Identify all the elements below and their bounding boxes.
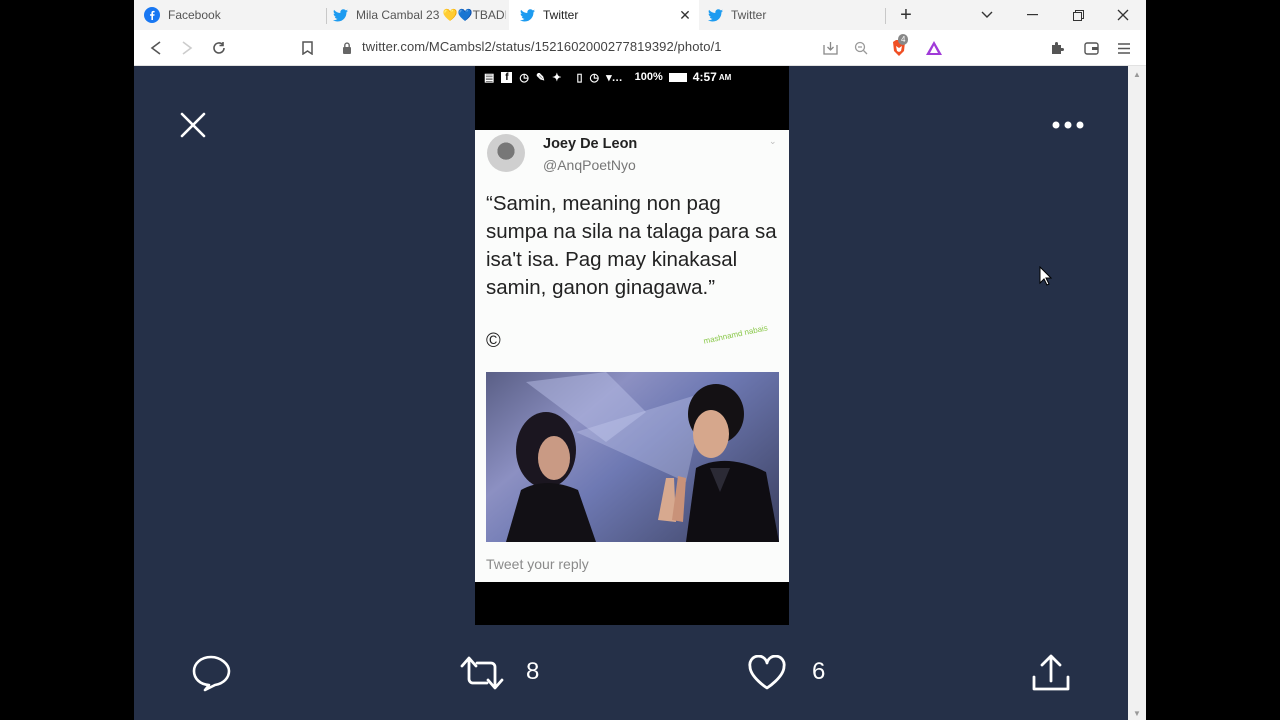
twitter-icon [519,7,535,23]
bookmark-icon [301,41,313,55]
tweet-author-handle: @AnqPoetNyo [543,157,636,173]
signal-icon: ▾… [606,71,623,84]
couple-scene-illustration [506,372,779,542]
reply-bubble-icon [192,655,231,692]
brave-rewards-button[interactable] [922,36,946,60]
rewards-triangle-icon [926,41,942,55]
close-icon [180,112,206,138]
puzzle-icon [1051,41,1064,54]
tweet-card: Joey De Leon @AnqPoetNyo ⌄ “Samin, meani… [475,130,789,582]
tab-strip: Facebook Mila Cambal 23 💛💙TBADI Twitter … [134,0,1146,30]
retweet-icon [460,656,504,690]
extensions-button[interactable] [1045,36,1069,60]
chevron-down-icon: ⌄ [769,136,777,146]
address-bar-url[interactable]: twitter.com/MCambsl2/status/152160200027… [362,39,722,54]
restore-icon [1072,9,1084,21]
tab-twitter-active[interactable]: Twitter ✕ [509,0,699,30]
close-tab-icon[interactable]: ✕ [677,7,693,24]
close-icon [1117,9,1129,21]
tab-separator [326,8,327,24]
close-window-button[interactable] [1100,0,1146,30]
phone-ampm: AM [718,72,732,82]
more-options-button[interactable] [1052,110,1084,140]
zoom-icon [854,41,868,55]
tab-title: Twitter [543,8,579,22]
watermark: mashnamd nabais [702,323,769,346]
battery-icon [668,72,687,82]
menu-button[interactable] [1112,36,1136,60]
new-tab-button[interactable]: + [883,0,929,30]
twitter-icon: ✦ [552,71,562,84]
hamburger-icon [1118,42,1130,54]
phone-status-bar: ▤ f ◷ ✎ ✦ ▯ ◷ ▾… 100% 4:57 AM [475,66,789,88]
avatar [487,134,525,172]
zoom-button[interactable] [849,36,873,60]
tweet-photo[interactable]: ▤ f ◷ ✎ ✦ ▯ ◷ ▾… 100% 4:57 AM Joey De Le… [475,66,789,625]
heart-icon [748,655,786,690]
share-icon [1032,654,1070,691]
share-button[interactable] [1030,652,1072,694]
phone-time: 4:57 [692,70,717,84]
page-scrollbar[interactable]: ▲ ▼ [1128,66,1146,720]
browser-toolbar: twitter.com/MCambsl2/status/152160200027… [134,30,1146,66]
brave-shields-button[interactable]: 4 [887,34,911,60]
pen-icon: ✎ [536,71,546,84]
download-icon [822,42,838,55]
minimize-icon [1026,14,1038,16]
status-icons: ▤ f ◷ ✎ ✦ ▯ ◷ ▾… [484,71,623,84]
minimize-button[interactable] [1009,0,1055,30]
facebook-icon: f [501,71,513,83]
tweet-text: “Samin, meaning non pag sumpa na sila na… [486,192,777,299]
lock-icon[interactable] [335,36,359,60]
tweet-reply-placeholder: Tweet your reply [486,556,589,572]
alarm-icon: ◷ [519,71,530,84]
back-icon [150,41,161,55]
wallet-icon [1083,41,1099,55]
more-dots-icon [1052,121,1084,129]
like-count: 6 [812,658,826,685]
message-icon: ▤ [484,71,495,84]
tab-twitter[interactable]: Twitter [707,0,877,30]
bookmark-button[interactable] [295,36,319,60]
scroll-up-arrow[interactable]: ▲ [1133,70,1141,79]
reload-button[interactable] [207,36,231,60]
wallet-button[interactable] [1079,36,1103,60]
mouse-cursor [1039,265,1053,291]
tab-mila-cambal[interactable]: Mila Cambal 23 💛💙TBADI [332,0,506,30]
close-viewer-button[interactable] [176,108,210,142]
back-button[interactable] [144,36,168,60]
twitter-icon [332,7,348,23]
restore-button[interactable] [1055,0,1101,30]
tweet-image [486,372,779,542]
scroll-down-arrow[interactable]: ▼ [1133,709,1141,718]
like-button[interactable] [746,653,788,693]
retweet-button[interactable] [458,653,506,693]
tab-list-button[interactable] [964,0,1010,30]
install-app-button[interactable] [818,36,842,60]
forward-icon [182,41,193,55]
tweet-author-name: Joey De Leon [543,136,638,152]
reload-icon [213,42,225,54]
twitter-icon [707,7,723,23]
forward-button[interactable] [175,36,199,60]
reply-button[interactable] [190,653,232,693]
photo-viewer: ▤ f ◷ ✎ ✦ ▯ ◷ ▾… 100% 4:57 AM Joey De Le… [134,66,1128,720]
retweet-count: 8 [526,658,540,685]
facebook-icon [144,7,160,23]
tab-title: Twitter [731,8,767,22]
alarm-icon: ◷ [589,71,600,84]
browser-window: Facebook Mila Cambal 23 💛💙TBADI Twitter … [134,0,1146,720]
copyright-symbol: © [486,330,501,352]
tab-title: Facebook [168,8,221,22]
battery-percent: 100% [634,71,663,83]
chevron-down-icon [981,11,993,18]
tab-title: Mila Cambal 23 💛💙TBADI [356,8,506,22]
tab-facebook[interactable]: Facebook [144,0,324,30]
vibrate-icon: ▯ [576,71,583,84]
